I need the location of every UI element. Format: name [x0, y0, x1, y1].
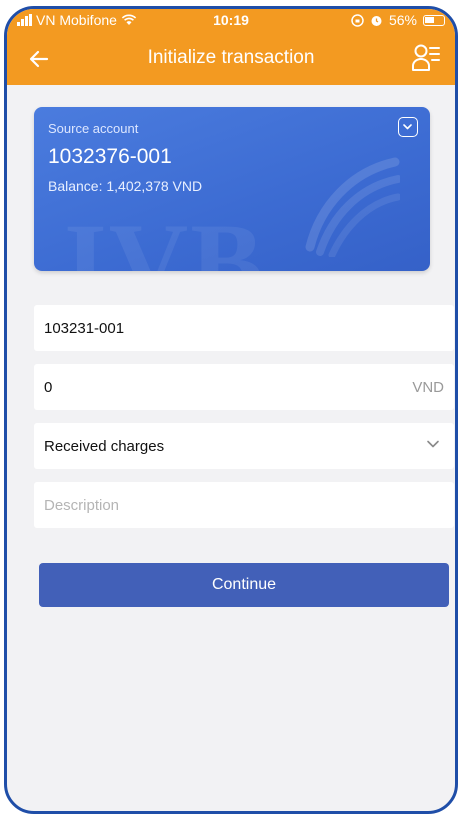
phone-frame: VN Mobifone 10:19 56% Initialize transac…	[4, 6, 458, 814]
currency-label: VND	[412, 379, 444, 396]
source-account-card[interactable]: IVB Source account 1032376-001 Balance: …	[34, 107, 430, 271]
chevron-down-icon	[403, 124, 412, 130]
alarm-icon	[371, 15, 382, 26]
nav-bar: Initialize transaction	[7, 37, 455, 81]
contact-list-icon	[412, 44, 440, 71]
status-bar: VN Mobifone 10:19 56%	[7, 9, 455, 33]
account-select-button[interactable]	[398, 117, 418, 137]
source-account-number: 1032376-001	[48, 145, 172, 168]
bank-logo-watermark: IVB	[64, 201, 266, 271]
charges-select[interactable]: Received charges	[34, 423, 454, 469]
beneficiary-account-value: 103231-001	[44, 320, 125, 337]
app-header: VN Mobifone 10:19 56% Initialize transac…	[7, 9, 455, 85]
battery-icon	[423, 14, 445, 26]
amount-value: 0	[44, 379, 53, 396]
source-account-label: Source account	[48, 121, 139, 136]
charges-value: Received charges	[44, 438, 165, 455]
battery-percent: 56%	[388, 12, 417, 28]
continue-button[interactable]: Continue	[39, 563, 449, 607]
amount-field[interactable]: 0 VND	[34, 364, 454, 410]
description-placeholder: Description	[44, 497, 120, 514]
bank-swoosh-logo	[305, 157, 400, 257]
description-field[interactable]: Description	[34, 482, 454, 528]
status-right: 56%	[351, 12, 445, 28]
contact-list-button[interactable]	[411, 42, 443, 74]
lock-rotation-icon	[351, 13, 364, 27]
account-balance: Balance: 1,402,378 VND	[48, 178, 203, 194]
page-title: Initialize transaction	[147, 47, 315, 68]
chevron-down-icon	[427, 440, 439, 448]
beneficiary-account-field[interactable]: 103231-001	[34, 305, 454, 351]
